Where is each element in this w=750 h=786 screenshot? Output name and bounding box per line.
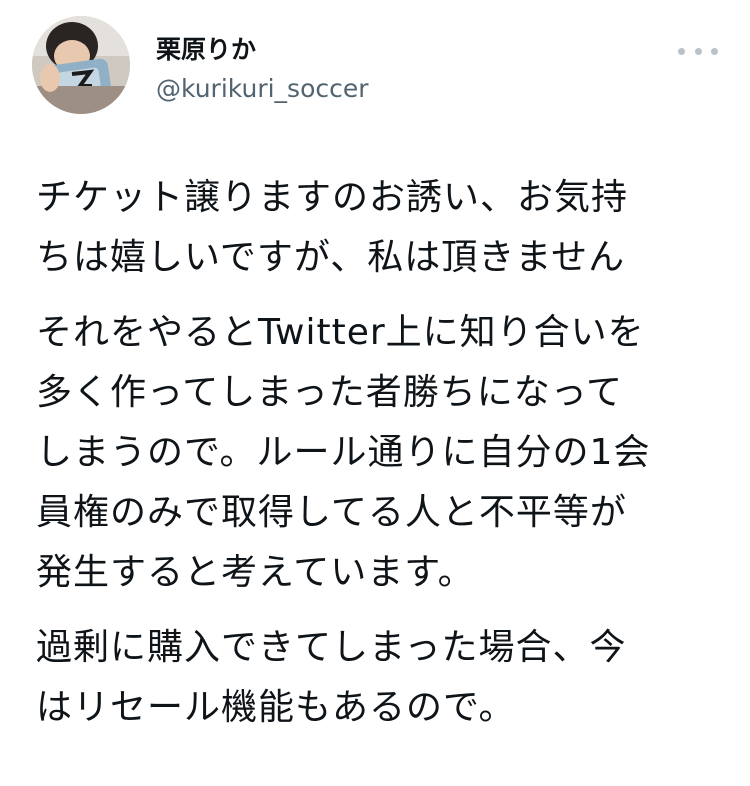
avatar-photo xyxy=(32,16,130,114)
author-names: 栗原りか @kurikuri_soccer xyxy=(156,34,369,106)
tweet-line: 発生すると考えています。 xyxy=(36,552,475,593)
tweet-line: それをやるとTwitter上に知り合いを xyxy=(36,312,645,353)
tweet-paragraph: 過剰に購入できてしまった場合、今 はリセール機能もあるので。 xyxy=(36,618,716,738)
tweet-card: 栗原りか @kurikuri_soccer チケット譲りますのお誘い、お気持 ち… xyxy=(0,0,750,786)
author-handle[interactable]: @kurikuri_soccer xyxy=(156,72,369,106)
tweet-text: チケット譲りますのお誘い、お気持 ちは嬉しいですが、私は頂きません それをやると… xyxy=(36,168,716,753)
tweet-paragraph: それをやるとTwitter上に知り合いを 多く作ってしまった者勝ちになって しま… xyxy=(36,303,716,603)
author-display-name[interactable]: 栗原りか xyxy=(156,34,369,66)
tweet-line: 員権のみで取得してる人と不平等が xyxy=(36,492,627,533)
avatar[interactable] xyxy=(32,16,130,114)
tweet-line: 多く作ってしまった者勝ちになって xyxy=(36,372,623,413)
more-horizontal-icon xyxy=(694,47,702,55)
tweet-line: 過剰に購入できてしまった場合、今 xyxy=(36,627,627,668)
tweet-line: しまうので。ルール通りに自分の1会 xyxy=(36,432,651,473)
more-horizontal-icon xyxy=(711,47,718,55)
tweet-paragraph: チケット譲りますのお誘い、お気持 ちは嬉しいですが、私は頂きません xyxy=(36,168,716,288)
tweet-line: チケット譲りますのお誘い、お気持 xyxy=(36,177,629,218)
tweet-header: 栗原りか @kurikuri_soccer xyxy=(32,16,722,126)
more-horizontal-icon xyxy=(678,47,685,55)
tweet-line: ちは嬉しいですが、私は頂きません xyxy=(36,237,626,278)
tweet-line: はリセール機能もあるので。 xyxy=(36,687,516,728)
more-options-button[interactable] xyxy=(678,40,718,62)
